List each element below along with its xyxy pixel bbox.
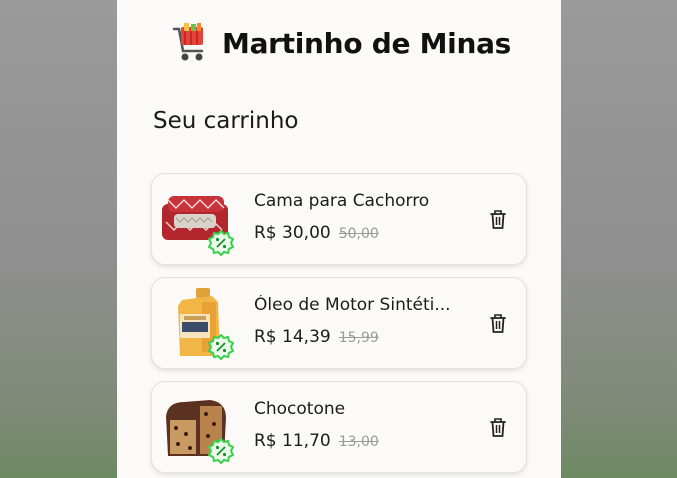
item-current-price: R$ 30,00 (254, 223, 331, 243)
item-price: R$ 14,39 15,99 (254, 327, 379, 347)
item-price: R$ 11,70 13,00 (254, 431, 379, 451)
trash-icon[interactable] (488, 208, 508, 230)
discount-badge-icon (208, 438, 234, 464)
shopping-cart-icon (172, 23, 204, 61)
background-left (0, 0, 117, 478)
item-old-price: 50,00 (338, 226, 379, 242)
app-screen: Martinho de Minas Seu carrinho Cama para… (117, 0, 561, 478)
app-title: Martinho de Minas (222, 26, 512, 60)
trash-icon[interactable] (488, 312, 508, 334)
item-price: R$ 30,00 50,00 (254, 223, 379, 243)
item-name: Óleo de Motor Sintéti... (254, 295, 451, 315)
trash-icon[interactable] (488, 416, 508, 438)
background-right (561, 0, 677, 478)
item-old-price: 13,00 (338, 434, 379, 450)
item-current-price: R$ 11,70 (254, 431, 331, 451)
item-name: Cama para Cachorro (254, 191, 430, 211)
app-header: Martinho de Minas (172, 20, 511, 66)
item-current-price: R$ 14,39 (254, 327, 331, 347)
cart-heading: Seu carrinho (153, 108, 299, 134)
item-old-price: 15,99 (338, 330, 379, 346)
cart-item[interactable]: Chocotone R$ 11,70 13,00 (151, 381, 527, 473)
item-name: Chocotone (254, 399, 346, 419)
discount-badge-icon (208, 334, 234, 360)
cart-item[interactable]: Óleo de Motor Sintéti... R$ 14,39 15,99 (151, 277, 527, 369)
discount-badge-icon (208, 230, 234, 256)
cart-item[interactable]: Cama para Cachorro R$ 30,00 50,00 (151, 173, 527, 265)
